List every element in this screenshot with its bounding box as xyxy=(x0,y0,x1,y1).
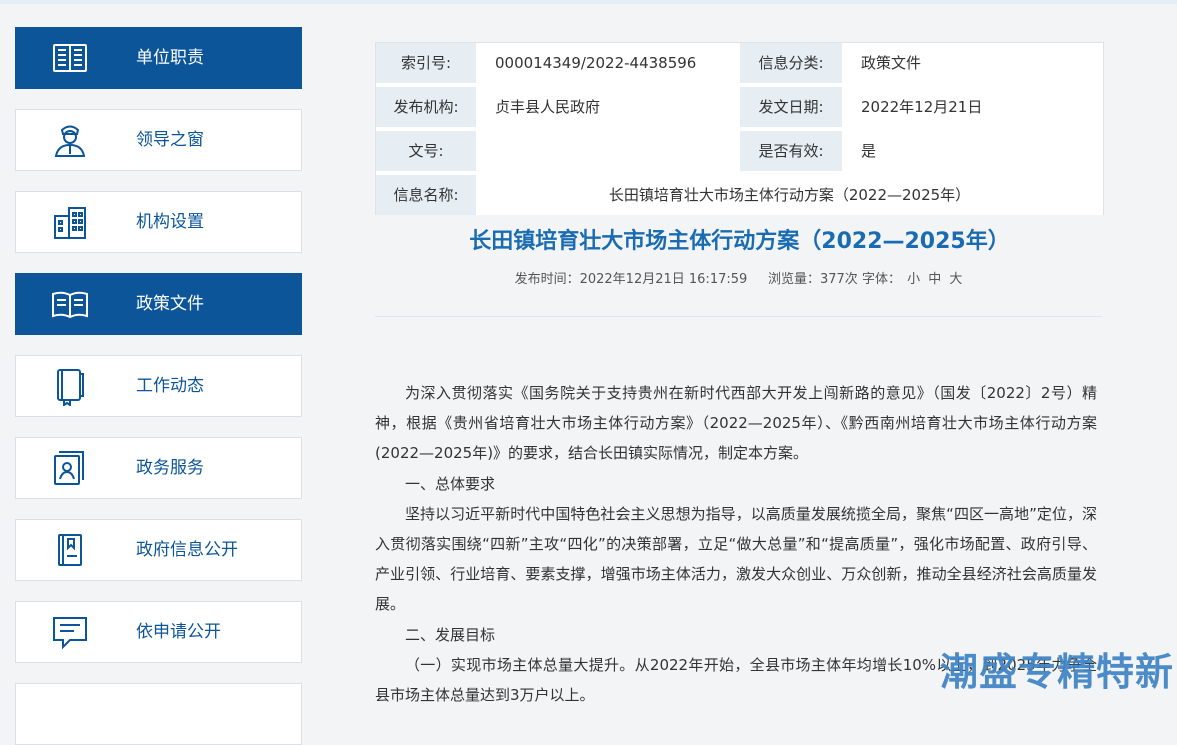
book-list-icon xyxy=(50,38,90,78)
article-meta-line: 发布时间：2022年12月21日 16:17:59 浏览量：377次 字体： 小… xyxy=(375,270,1104,290)
top-accent-line xyxy=(0,0,1177,4)
sidebar-item-label: 依申请公开 xyxy=(136,622,221,642)
issue-date-value: 2022年12月21日 xyxy=(842,87,1103,127)
chat-bubble-icon xyxy=(50,612,90,652)
sidebar-item-government-services[interactable]: 政务服务 xyxy=(15,437,302,499)
sidebar-item-organization[interactable]: 机构设置 xyxy=(15,191,302,253)
open-book-icon xyxy=(50,284,90,324)
info-name-value: 长田镇培育壮大市场主体行动方案（2022—2025年） xyxy=(476,175,1103,215)
id-card-icon xyxy=(50,448,90,488)
leader-person-icon xyxy=(50,120,90,160)
views-label: 浏览量： xyxy=(767,272,820,287)
sidebar-item-label: 领导之窗 xyxy=(136,130,204,150)
publish-time-label: 发布时间： xyxy=(514,272,580,287)
title-divider xyxy=(375,316,1102,317)
document-info-table: 索引号: 000014349/2022-4438596 信息分类: 政策文件 发… xyxy=(375,42,1104,215)
document-number-value xyxy=(476,131,738,171)
views-count: 377次 xyxy=(819,272,858,287)
paragraph: 为深入贯彻落实《国务院关于支持贵州在新时代西部大开发上闯新路的意见》（国发〔20… xyxy=(375,384,1097,463)
issue-date-label: 发文日期: xyxy=(740,87,842,127)
sidebar-item-work-news[interactable]: 工作动态 xyxy=(15,355,302,417)
paragraph: 坚持以习近平新时代中国特色社会主义思想为指导，以高质量发展统揽全局，聚焦“四区一… xyxy=(375,504,1097,614)
sidebar-item-disclosure-on-request[interactable]: 依申请公开 xyxy=(15,601,302,663)
publish-time: 2022年12月21日 16:17:59 xyxy=(579,272,748,287)
sidebar-item-leaders[interactable]: 领导之窗 xyxy=(15,109,302,171)
validity-label: 是否有效: xyxy=(740,131,842,171)
font-size-small-button[interactable]: 小 xyxy=(907,272,920,287)
building-icon xyxy=(50,202,90,242)
sidebar-item-label: 政府信息公开 xyxy=(136,540,238,560)
font-size-large-button[interactable]: 大 xyxy=(949,272,962,287)
info-name-label: 信息名称: xyxy=(376,175,476,215)
sidebar-item-label: 机构设置 xyxy=(136,212,204,232)
issuer-value: 贞丰县人民政府 xyxy=(476,87,738,127)
article-title: 长田镇培育壮大市场主体行动方案（2022—2025年） xyxy=(469,229,1010,254)
sidebar-item-unit-duties[interactable]: 单位职责 xyxy=(15,27,302,89)
issuer-label: 发布机构: xyxy=(376,87,476,127)
document-icon xyxy=(50,530,90,570)
document-number-label: 文号: xyxy=(376,131,476,171)
index-number-value: 000014349/2022-4438596 xyxy=(476,43,738,83)
validity-value: 是 xyxy=(842,131,1103,171)
sidebar-item-label: 工作动态 xyxy=(136,376,204,396)
paragraph: 二、发展目标 xyxy=(405,625,496,644)
paragraph: 一、总体要求 xyxy=(405,474,496,493)
sidebar-item-label: 政务服务 xyxy=(136,458,204,478)
sidebar-item-label: 政策文件 xyxy=(136,294,204,314)
sidebar-item-label: 单位职责 xyxy=(136,48,204,68)
watermark-text: 潮盛专精特新 xyxy=(940,650,1175,694)
sidebar-item-next[interactable] xyxy=(15,683,302,745)
font-size-label: 字体： xyxy=(861,272,901,287)
sidebar-item-info-disclosure[interactable]: 政府信息公开 xyxy=(15,519,302,581)
category-value: 政策文件 xyxy=(842,43,1103,83)
category-label: 信息分类: xyxy=(740,43,842,83)
notebook-icon xyxy=(50,366,90,407)
index-number-label: 索引号: xyxy=(376,43,476,83)
font-size-medium-button[interactable]: 中 xyxy=(928,272,941,287)
sidebar-item-policy-documents[interactable]: 政策文件 xyxy=(15,273,302,335)
